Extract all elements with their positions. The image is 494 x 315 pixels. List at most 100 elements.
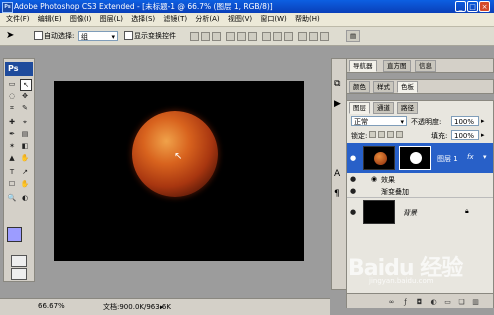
- align-right-icon[interactable]: [248, 32, 257, 41]
- opacity-input[interactable]: 100%: [451, 116, 479, 126]
- lasso-tool-icon[interactable]: ◌: [7, 91, 17, 101]
- align-left-icon[interactable]: [226, 32, 235, 41]
- tab-info[interactable]: 信息: [415, 60, 436, 72]
- fill-arrow-icon[interactable]: ▸: [481, 131, 485, 139]
- expand-arrow-icon[interactable]: ▾: [483, 153, 487, 161]
- history-brush-tool-icon[interactable]: ▤: [20, 129, 30, 139]
- auto-select-checkbox[interactable]: [34, 31, 43, 40]
- trash-icon[interactable]: ▥: [471, 298, 480, 307]
- blur-tool-icon[interactable]: ▲: [7, 153, 17, 163]
- layer-effects-row[interactable]: ● ◉ 效果: [347, 173, 493, 185]
- adjustment-icon[interactable]: ◐: [429, 298, 438, 307]
- menu-help[interactable]: 帮助(H): [295, 13, 320, 26]
- show-transform-label: 显示变换控件: [134, 32, 176, 40]
- gradient-tool-icon[interactable]: ◧: [20, 141, 30, 151]
- menu-file[interactable]: 文件(F): [6, 13, 30, 26]
- new-layer-icon[interactable]: ❏: [457, 298, 466, 307]
- align-hcenter-icon[interactable]: [237, 32, 246, 41]
- menu-filter[interactable]: 滤镜(T): [163, 13, 187, 26]
- clone-stamp-tool-icon[interactable]: ✒: [7, 129, 17, 139]
- actions-icon[interactable]: ▶: [334, 99, 341, 109]
- document-canvas[interactable]: ↖: [54, 81, 304, 261]
- blend-mode-dropdown[interactable]: 正常 ▾: [351, 116, 407, 126]
- eye-icon[interactable]: ●: [350, 175, 356, 183]
- pen-tool-icon[interactable]: T: [7, 167, 17, 177]
- type-tool-icon[interactable]: ↗: [20, 167, 30, 177]
- screen-mode-icon[interactable]: [11, 268, 27, 280]
- lock-all-icon[interactable]: [396, 131, 403, 138]
- paragraph-icon[interactable]: ¶: [334, 189, 340, 199]
- distribute-bottom-icon[interactable]: [284, 32, 293, 41]
- tab-color[interactable]: 颜色: [349, 81, 370, 93]
- fill-input[interactable]: 100%: [451, 130, 479, 140]
- hand-tool-icon[interactable]: 🔍: [7, 193, 17, 203]
- lock-transparency-icon[interactable]: [369, 131, 376, 138]
- distribute-vcenter-icon[interactable]: [273, 32, 282, 41]
- mask-icon[interactable]: ◘: [415, 298, 424, 307]
- zoom-tool-icon[interactable]: ◐: [20, 193, 30, 203]
- layer-row-background[interactable]: ● 背景 🔒︎: [347, 197, 493, 226]
- menu-window[interactable]: 窗口(W): [260, 13, 286, 26]
- dodge-tool-icon[interactable]: ✋: [20, 153, 30, 163]
- menu-select[interactable]: 选择(S): [131, 13, 155, 26]
- brush-tool-icon[interactable]: ⌖: [20, 117, 30, 127]
- align-bottom-icon[interactable]: [212, 32, 221, 41]
- eye-icon[interactable]: ●: [350, 187, 356, 195]
- tab-paths[interactable]: 路径: [397, 102, 418, 114]
- magic-wand-tool-icon[interactable]: ✥: [20, 91, 30, 101]
- lock-pixels-icon[interactable]: [378, 131, 385, 138]
- auto-select-dropdown[interactable]: 组 ▾: [78, 31, 118, 41]
- menu-image[interactable]: 图像(I): [70, 13, 92, 26]
- maximize-button[interactable]: □: [467, 1, 478, 12]
- fx-icon[interactable]: fx: [467, 153, 474, 161]
- tab-swatches[interactable]: 色板: [397, 81, 418, 93]
- link-icon[interactable]: ∞: [387, 298, 396, 307]
- character-icon[interactable]: A: [334, 169, 340, 179]
- eraser-tool-icon[interactable]: ✶: [7, 141, 17, 151]
- healing-brush-tool-icon[interactable]: ✚: [7, 117, 17, 127]
- move-tool-icon[interactable]: ➤: [6, 30, 14, 41]
- align-top-icon[interactable]: [190, 32, 199, 41]
- eye-icon[interactable]: ●: [350, 154, 356, 162]
- brushes-tab[interactable]: ▤: [346, 30, 361, 42]
- distribute-right-icon[interactable]: [320, 32, 329, 41]
- tab-navigator[interactable]: 导航器: [349, 60, 377, 72]
- folder-icon[interactable]: ▭: [443, 298, 452, 307]
- quick-mask-icon[interactable]: [11, 255, 27, 267]
- status-menu-icon[interactable]: ▸: [160, 303, 164, 311]
- fill-label: 填充:: [431, 132, 448, 140]
- show-transform-checkbox[interactable]: [124, 31, 133, 40]
- close-button[interactable]: ×: [479, 1, 490, 12]
- minimize-button[interactable]: _: [455, 1, 466, 12]
- crop-tool-icon[interactable]: ⌗: [7, 103, 17, 113]
- distribute-top-icon[interactable]: [262, 32, 271, 41]
- slice-tool-icon[interactable]: ✎: [20, 103, 30, 113]
- tab-channels[interactable]: 通道: [373, 102, 394, 114]
- menu-view[interactable]: 视图(V): [228, 13, 252, 26]
- lock-position-icon[interactable]: [387, 131, 394, 138]
- menu-layer[interactable]: 图层(L): [100, 13, 123, 26]
- fx-icon[interactable]: ƒ: [401, 298, 410, 307]
- marquee-tool-icon[interactable]: ▭: [7, 79, 17, 89]
- opacity-arrow-icon[interactable]: ▸: [481, 117, 485, 125]
- zoom-level[interactable]: 66.67%: [38, 302, 65, 310]
- eye-icon[interactable]: ●: [350, 208, 356, 216]
- path-selection-tool-icon[interactable]: ☐: [7, 179, 17, 189]
- distribute-hcenter-icon[interactable]: [309, 32, 318, 41]
- distribute-left-icon[interactable]: [298, 32, 307, 41]
- menu-edit[interactable]: 编辑(E): [38, 13, 62, 26]
- layer-name: 背景: [403, 209, 417, 217]
- chevron-down-icon: ▾: [111, 33, 115, 41]
- gradient-overlay-row[interactable]: ● 渐变叠加: [347, 185, 493, 197]
- tab-styles[interactable]: 样式: [373, 81, 394, 93]
- menu-analysis[interactable]: 分析(A): [195, 13, 219, 26]
- shape-tool-icon[interactable]: ✋: [20, 179, 30, 189]
- align-vcenter-icon[interactable]: [201, 32, 210, 41]
- layer-row-layer1[interactable]: ● 图层 1 fx ▾: [347, 143, 493, 173]
- history-icon[interactable]: ⧉: [334, 79, 340, 89]
- tab-layers[interactable]: 图层: [349, 102, 370, 114]
- move-tool-icon[interactable]: ↖: [20, 79, 32, 91]
- tab-histogram[interactable]: 直方图: [383, 60, 411, 72]
- window-title: Adobe Photoshop CS3 Extended - [未标题-1 @ …: [14, 2, 273, 11]
- foreground-color-swatch[interactable]: [7, 227, 22, 242]
